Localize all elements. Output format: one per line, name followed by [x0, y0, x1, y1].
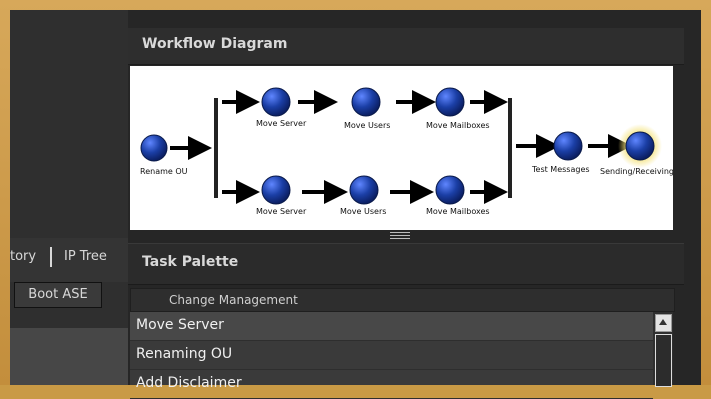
label-rename-ou: Rename OU: [140, 167, 188, 176]
scroll-up-arrow-icon[interactable]: [655, 314, 672, 332]
split-bar: [214, 98, 218, 198]
boot-ase-button[interactable]: Boot ASE: [14, 282, 102, 308]
label-top-move-server: Move Server: [256, 119, 307, 128]
left-tabs: tory IP Tree: [10, 247, 128, 269]
right-pane: Workflow Diagram Rename OU Move Server M…: [128, 10, 701, 399]
app-window: tory IP Tree Boot ASE Workflow Diagram R…: [10, 10, 701, 399]
label-sending-receiving: Sending/Receiving: [600, 167, 673, 176]
node-test-messages[interactable]: [553, 131, 583, 161]
label-top-move-mailboxes: Move Mailboxes: [426, 121, 490, 130]
node-top-move-server[interactable]: [261, 87, 291, 117]
node-top-move-users[interactable]: [351, 87, 381, 117]
label-test-messages: Test Messages: [531, 165, 590, 174]
label-top-move-users: Move Users: [344, 121, 390, 130]
pane-splitter-handle[interactable]: [390, 232, 410, 241]
category-change-management[interactable]: Change Management: [130, 288, 675, 312]
task-list: Move Server Renaming OU Add Disclaimer: [130, 312, 653, 399]
workflow-header: Workflow Diagram: [128, 28, 684, 65]
list-item[interactable]: Move Server: [130, 312, 653, 341]
workflow-title: Workflow Diagram: [142, 36, 288, 52]
node-bottom-move-server[interactable]: [261, 175, 291, 205]
node-top-move-mailboxes[interactable]: [435, 87, 465, 117]
category-label: Change Management: [169, 293, 298, 307]
node-bottom-move-mailboxes[interactable]: [435, 175, 465, 205]
task-palette-title: Task Palette: [142, 254, 239, 270]
tab-directory[interactable]: tory: [10, 249, 36, 264]
label-bottom-move-users: Move Users: [340, 207, 386, 216]
join-bar: [508, 98, 512, 198]
node-rename-ou[interactable]: [140, 134, 168, 162]
left-pane: tory IP Tree Boot ASE: [10, 10, 128, 385]
task-list-scrollbar[interactable]: [653, 312, 673, 387]
scroll-thumb[interactable]: [655, 334, 672, 387]
tab-ip-tree[interactable]: IP Tree: [64, 249, 107, 264]
tab-separator: [50, 247, 52, 267]
label-bottom-move-server: Move Server: [256, 207, 307, 216]
node-sending-receiving[interactable]: [625, 131, 655, 161]
workflow-diagram: Rename OU Move Server Move Users Move Ma…: [130, 66, 673, 230]
list-item[interactable]: Renaming OU: [130, 341, 653, 370]
node-bottom-move-users[interactable]: [349, 175, 379, 205]
left-lower-panel: [10, 328, 128, 385]
task-palette-header: Task Palette: [128, 243, 684, 285]
label-bottom-move-mailboxes: Move Mailboxes: [426, 207, 490, 216]
